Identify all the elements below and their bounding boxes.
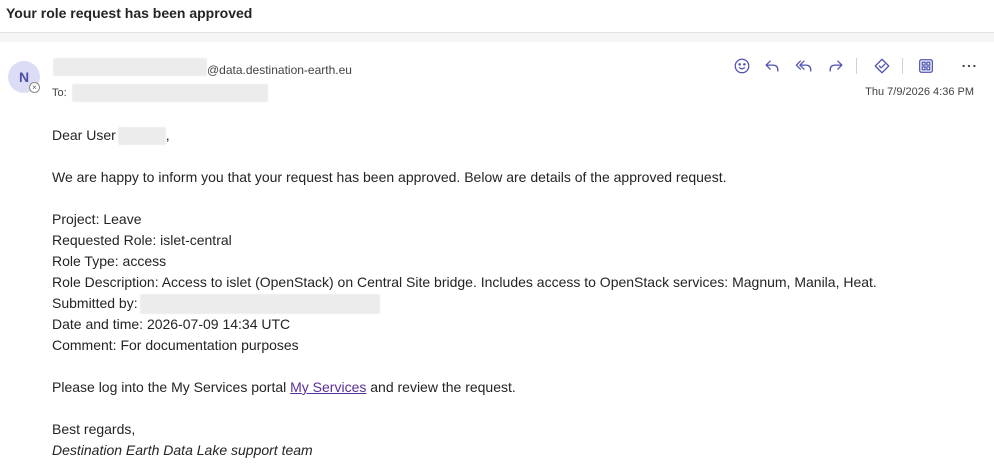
detail-submitted-by: Submitted by: — [52, 293, 972, 315]
closing: Best regards, — [52, 421, 136, 437]
detail-date-time: Date and time: 2026-07-09 14:34 UTC — [52, 316, 291, 332]
email-date: Thu 7/9/2026 4:36 PM — [865, 86, 974, 98]
intro-text: We are happy to inform you that your req… — [52, 169, 727, 185]
greeting: Dear User, — [52, 125, 972, 146]
sender-address[interactable]: @data.destination-earth.eu — [207, 63, 352, 77]
user-name-redacted — [117, 127, 166, 146]
presence-status-icon: × — [29, 82, 40, 93]
my-services-link[interactable]: My Services — [290, 379, 366, 395]
to-label: To: — [52, 87, 67, 99]
email-body: Dear User, We are happy to inform you th… — [52, 125, 972, 461]
toolbar-separator — [902, 58, 903, 74]
greeting-prefix: Dear User — [52, 127, 116, 143]
toolbar-separator — [856, 58, 857, 74]
emoji-icon[interactable] — [731, 56, 753, 76]
portal-instruction: Please log into the My Services portal M… — [52, 377, 972, 398]
detail-requested-role: Requested Role: islet-central — [52, 232, 232, 248]
portal-suffix: and review the request. — [366, 379, 516, 395]
detail-comment: Comment: For documentation purposes — [52, 337, 299, 353]
tag-icon[interactable] — [871, 56, 893, 76]
forward-icon[interactable] — [825, 56, 847, 76]
signature: Destination Earth Data Lake support team — [52, 442, 313, 458]
submitted-by-label: Submitted by: — [52, 295, 138, 311]
email-subject: Your role request has been approved — [6, 5, 253, 21]
sender-name-redacted[interactable] — [53, 58, 207, 76]
detail-role-description: Role Description: Access to islet (OpenS… — [52, 274, 877, 290]
submitter-redacted — [139, 294, 380, 315]
subject-bar: Your role request has been approved — [0, 0, 994, 33]
reply-icon[interactable] — [761, 56, 783, 76]
header-gap — [0, 33, 994, 42]
avatar-initial: N — [18, 69, 30, 85]
detail-project: Project: Leave — [52, 211, 142, 227]
portal-prefix: Please log into the My Services portal — [52, 379, 291, 395]
detail-role-type: Role Type: access — [52, 253, 167, 269]
recipient-redacted[interactable] — [72, 84, 268, 102]
apps-icon[interactable] — [915, 56, 937, 76]
greeting-suffix: , — [165, 127, 170, 143]
more-icon[interactable] — [958, 56, 980, 76]
reply-all-icon[interactable] — [793, 56, 815, 76]
